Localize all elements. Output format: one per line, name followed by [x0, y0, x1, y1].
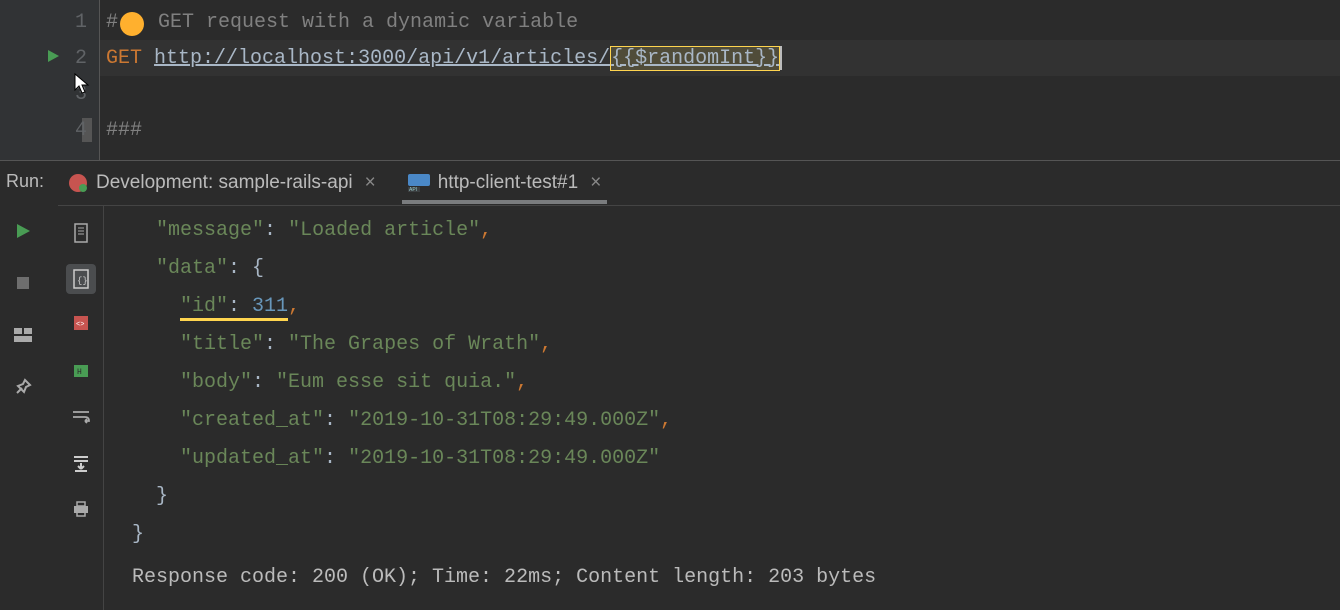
editor-area: 1 2 3 4 # GET request with a dynamic var… [0, 0, 1340, 160]
close-icon[interactable]: × [365, 172, 376, 194]
soft-wrap-button[interactable] [66, 402, 96, 432]
run-marker-icon[interactable] [46, 47, 60, 70]
rails-icon [68, 173, 88, 193]
editor-gutter: 1 2 3 4 [0, 0, 100, 160]
stop-button[interactable] [8, 268, 38, 298]
pin-button[interactable] [8, 372, 38, 402]
svg-text:H: H [77, 368, 82, 377]
code-line[interactable]: # GET request with a dynamic variable [100, 4, 1340, 40]
line-number: 3 [0, 76, 99, 112]
print-button[interactable] [66, 494, 96, 524]
tab-development[interactable]: Development: sample-rails-api × [62, 166, 382, 200]
lightbulb-icon[interactable] [120, 12, 144, 36]
svg-text:API: API [409, 187, 417, 192]
caret-icon [780, 46, 782, 70]
tab-label: Development: sample-rails-api [96, 172, 353, 194]
line-number: 1 [0, 4, 99, 40]
line-number: 4 [0, 112, 99, 148]
scroll-top-button[interactable] [66, 218, 96, 248]
response-output[interactable]: "message": "Loaded article", "data": { "… [104, 206, 1340, 610]
separator-text: ### [106, 119, 142, 142]
svg-text:{}: {} [77, 276, 88, 286]
tab-http-client[interactable]: API http-client-test#1 × [402, 166, 608, 200]
http-icon: API [408, 174, 430, 192]
editor-content[interactable]: # GET request with a dynamic variable GE… [100, 0, 1340, 160]
rerun-button[interactable] [8, 216, 38, 246]
code-line[interactable] [100, 76, 1340, 112]
tab-label: http-client-test#1 [438, 172, 578, 194]
dynamic-variable[interactable]: {{$randomInt}} [610, 46, 780, 71]
comment-text: # [106, 11, 118, 34]
http-url[interactable]: http://localhost:3000/api/v1/articles/ [154, 47, 610, 70]
layout-button[interactable] [8, 320, 38, 350]
history-button[interactable]: H [66, 356, 96, 386]
html-view-button[interactable]: <> [66, 310, 96, 340]
code-line[interactable]: ### [100, 112, 1340, 148]
code-line[interactable]: GET http://localhost:3000/api/v1/article… [100, 40, 1340, 76]
run-label: Run: [0, 161, 58, 192]
json-response: "message": "Loaded article", "data": { "… [104, 206, 1340, 554]
svg-text:<>: <> [76, 321, 84, 329]
response-status: Response code: 200 (OK); Time: 22ms; Con… [104, 554, 1340, 589]
run-tabs: Development: sample-rails-api × API http… [58, 161, 1340, 205]
json-view-button[interactable]: {} [66, 264, 96, 294]
http-method: GET [106, 47, 142, 70]
run-toolbar-left [0, 192, 46, 610]
close-icon[interactable]: × [590, 172, 601, 194]
line-number: 2 [0, 40, 99, 76]
output-toolbar: {} <> H [58, 206, 104, 610]
comment-text: GET request with a dynamic variable [146, 11, 578, 34]
scroll-end-button[interactable] [66, 448, 96, 478]
run-panel: Run: Development: sample-rails-api × [0, 160, 1340, 610]
